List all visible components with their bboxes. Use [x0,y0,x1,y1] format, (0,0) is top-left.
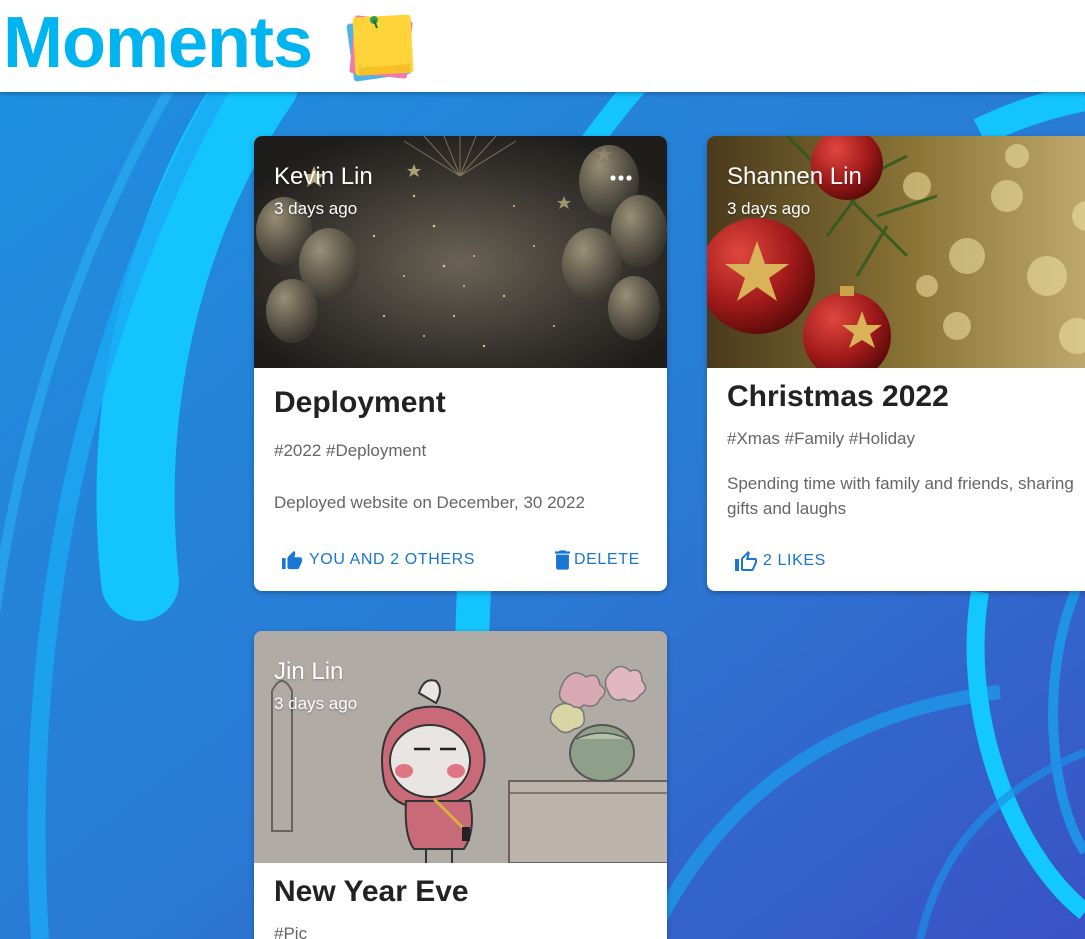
post-tags: #Xmas #Family #Holiday [727,429,916,448]
more-horizontal-icon[interactable] [609,166,633,190]
post-title: New Year Eve [274,875,469,908]
post-author: Jin Lin [274,658,344,685]
sticky-notes-icon [344,8,420,84]
post-time: 3 days ago [274,199,358,218]
post-author: Shannen Lin [727,163,862,190]
like-button[interactable]: YOU AND 2 OTHERS [281,550,475,570]
post-title: Christmas 2022 [727,380,949,413]
app-title: Moments [3,3,313,83]
thumb-up-outline-icon [734,550,758,572]
post-message: Deployed website on December, 30 2022 [274,493,585,512]
post-image-christmas: Shannen Lin 3 days ago [707,136,1085,368]
post-time: 3 days ago [274,694,358,713]
post-tags: #Pic [274,924,308,939]
like-label: 2 LIKES [763,552,826,569]
app-bar: Moments [0,0,1085,92]
post-message-line-2: gifts and laughs [727,499,847,518]
thumb-up-filled-icon [281,550,303,570]
post-author: Kevin Lin [274,163,373,190]
post-image-balloons: Kevin Lin 3 days ago [254,136,667,368]
like-label: YOU AND 2 OTHERS [309,551,476,568]
delete-label: DELETE [574,551,640,568]
post-tags: #2022 #Deployment [274,441,427,460]
like-button[interactable]: 2 LIKES [734,550,826,572]
post-card-christmas: Shannen Lin 3 days ago Christmas 2022 #X… [707,136,1085,591]
post-message-line-1: Spending time with family and friends, s… [727,474,1074,493]
post-card-deployment: Kevin Lin 3 days ago Deployment #2022 #D… [254,136,667,591]
post-card-new-year-eve: Jin Lin 3 days ago New Year Eve #Pic [254,631,667,939]
post-title: Deployment [274,386,446,419]
post-image-cartoon: Jin Lin 3 days ago [254,631,667,863]
trash-icon [555,550,570,570]
delete-button[interactable]: DELETE [555,550,640,570]
post-time: 3 days ago [727,199,811,218]
